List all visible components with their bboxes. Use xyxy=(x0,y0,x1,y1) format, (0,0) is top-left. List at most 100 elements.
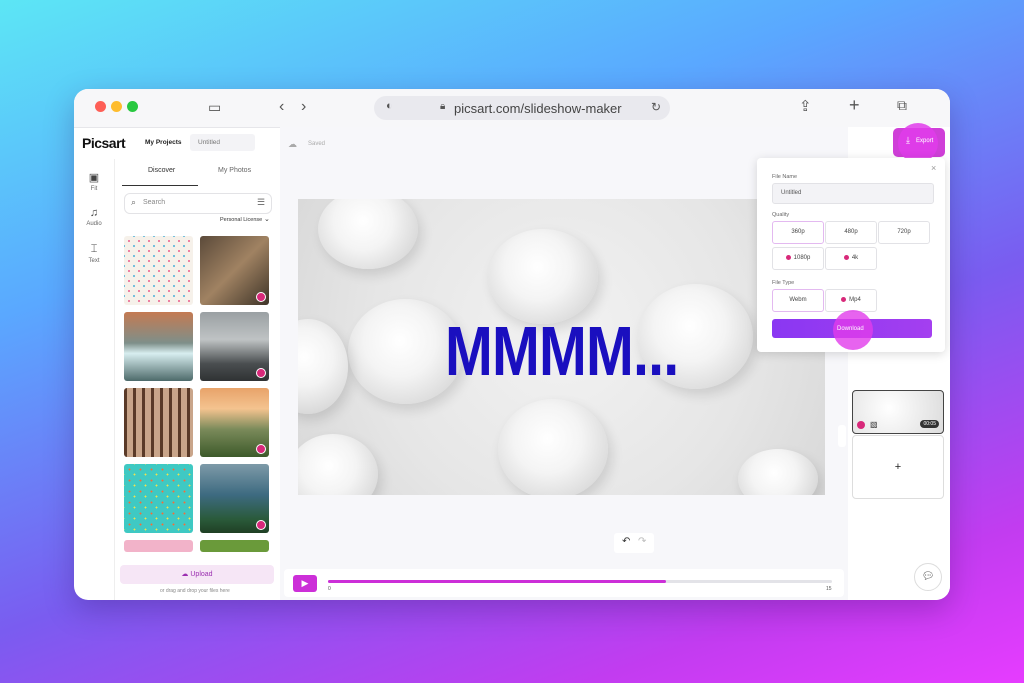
gallery-thumb-confetti-pattern[interactable] xyxy=(124,236,193,305)
tabs-overview-icon[interactable]: ⧉ xyxy=(897,97,907,114)
file-type-mp4[interactable]: Mp4 xyxy=(825,289,877,312)
new-tab-icon[interactable]: + xyxy=(849,95,860,116)
download-highlight: Download xyxy=(833,310,873,350)
rail-item-audio[interactable]: ♫ Audio xyxy=(74,207,114,227)
export-highlight: ⤓ Export xyxy=(898,123,938,163)
playback-bar: ▶ 0 15 xyxy=(284,569,844,597)
gallery-thumb-green[interactable] xyxy=(200,540,269,552)
lock-icon: 🔒︎ xyxy=(440,101,446,112)
quality-option-label: 480p xyxy=(844,229,858,235)
close-icon[interactable]: × xyxy=(931,163,936,173)
quality-option-label: 1080p xyxy=(793,255,811,261)
picsart-logo[interactable]: Picsart xyxy=(82,135,126,151)
file-type-webm[interactable]: Webm xyxy=(772,289,824,312)
slide-thumbnail[interactable]: ▧ 00:05 xyxy=(852,390,944,434)
meringue-image xyxy=(738,449,818,495)
gallery-thumb-teal-pattern[interactable] xyxy=(124,464,193,533)
rail-item-text[interactable]: ⌶ Text xyxy=(74,243,114,264)
reload-icon[interactable]: ↻ xyxy=(651,100,661,114)
back-icon[interactable]: ‹ xyxy=(279,98,284,116)
timeline-scrubber[interactable] xyxy=(328,580,832,583)
meringue-image xyxy=(298,319,348,414)
file-name-value: Untitled xyxy=(781,190,802,196)
file-name-input[interactable]: Untitled xyxy=(772,183,934,204)
gallery-thumb-waterfall[interactable] xyxy=(124,312,193,381)
redo-icon[interactable]: ↷ xyxy=(638,536,646,547)
shield-icon: ◐ xyxy=(386,100,393,112)
zoom-window-button[interactable] xyxy=(127,101,138,112)
undo-icon[interactable]: ↶ xyxy=(622,536,630,547)
url-text: picsart.com/slideshow-maker xyxy=(454,101,622,116)
save-status: Saved xyxy=(308,141,326,147)
rail-label: Fit xyxy=(90,186,98,192)
chat-icon: 💬︎ xyxy=(921,571,935,582)
project-name-field[interactable]: Untitled xyxy=(190,134,255,151)
plus-icon: + xyxy=(894,461,902,473)
add-slide-button[interactable]: + xyxy=(852,435,944,499)
collapse-handle[interactable] xyxy=(838,425,846,447)
file-type-option-label: Webm xyxy=(789,297,807,303)
quality-option-label: 720p xyxy=(897,229,911,235)
slide-text-overlay[interactable]: MMMM... xyxy=(445,311,679,391)
upload-button[interactable]: ☁︎ Upload xyxy=(120,565,274,584)
media-panel: Discover My Photos ⌕ Search ☰ Personal L… xyxy=(114,159,281,600)
filter-icon[interactable]: ☰ xyxy=(257,197,265,208)
download-label: Download xyxy=(837,326,864,332)
slide-preview[interactable]: MMMM... xyxy=(298,199,825,495)
quality-label: Quality xyxy=(772,212,790,218)
timeline-end: 15 xyxy=(826,586,832,592)
quality-option-label: 360p xyxy=(791,229,805,235)
rail-item-fit[interactable]: ▣ Fit xyxy=(74,171,114,192)
close-window-button[interactable] xyxy=(95,101,106,112)
forward-icon[interactable]: › xyxy=(301,98,306,116)
quality-480p[interactable]: 480p xyxy=(825,221,877,244)
premium-badge xyxy=(256,292,266,302)
gallery-thumb-pink[interactable] xyxy=(124,540,193,552)
text-icon: ⌶ xyxy=(90,243,98,255)
license-dropdown[interactable]: Personal License xyxy=(220,217,262,223)
rail-label: Audio xyxy=(86,221,102,227)
play-button[interactable]: ▶ xyxy=(293,575,317,592)
quality-360p[interactable]: 360p xyxy=(772,221,824,244)
search-placeholder: Search xyxy=(143,199,166,206)
fit-icon: ▣ xyxy=(88,172,100,184)
gallery-thumb-couple-laptop[interactable] xyxy=(200,236,269,305)
file-type-label: File Type xyxy=(772,280,795,286)
gallery-thumb-coast-sunset[interactable] xyxy=(200,388,269,457)
search-input[interactable]: ⌕ Search ☰ xyxy=(124,193,272,214)
address-bar[interactable]: ◐ 🔒︎ picsart.com/slideshow-maker ↻ xyxy=(374,96,670,120)
upload-label: Upload xyxy=(190,571,213,578)
quality-1080p[interactable]: 1080p xyxy=(772,247,824,270)
search-icon: ⌕ xyxy=(131,197,137,207)
minimize-window-button[interactable] xyxy=(111,101,122,112)
premium-badge xyxy=(256,520,266,530)
file-name-label: File Name xyxy=(772,174,798,180)
sidebar-toggle-icon[interactable]: ▭ xyxy=(208,99,221,116)
gallery-thumb-lake[interactable] xyxy=(200,464,269,533)
quality-4k[interactable]: 4k xyxy=(825,247,877,270)
premium-icon xyxy=(843,254,849,260)
quality-720p[interactable]: 720p xyxy=(878,221,930,244)
meringue-image xyxy=(318,199,418,269)
image-icon: ▧ xyxy=(870,420,878,429)
upload-hint: or drag and drop your files here xyxy=(160,588,230,594)
meringue-image xyxy=(298,434,378,495)
gallery-thumb-forest[interactable] xyxy=(124,388,193,457)
music-icon: ♫ xyxy=(89,207,99,219)
my-projects-link[interactable]: My Projects xyxy=(145,139,182,146)
tab-discover[interactable]: Discover xyxy=(148,167,175,174)
chat-button[interactable]: 💬︎ xyxy=(914,563,942,591)
tab-my-photos[interactable]: My Photos xyxy=(218,167,251,174)
file-type-option-label: Mp4 xyxy=(849,297,861,303)
gallery-thumb-foggy-road[interactable] xyxy=(200,312,269,381)
export-popup: × File Name Untitled Quality 360p 480p 7… xyxy=(757,158,945,352)
app-header: Picsart My Projects Untitled xyxy=(74,127,280,159)
premium-badge xyxy=(256,368,266,378)
meringue-image xyxy=(498,399,608,495)
export-label-highlight: Export xyxy=(916,138,934,144)
browser-toolbar: ▭ ‹ › ◐ 🔒︎ picsart.com/slideshow-maker ↻… xyxy=(74,89,950,128)
download-icon: ⤓ xyxy=(906,135,910,145)
rail-label: Text xyxy=(88,258,100,264)
chevron-down-icon: ⌄ xyxy=(264,216,270,223)
share-icon[interactable]: ⇪ xyxy=(799,97,812,115)
